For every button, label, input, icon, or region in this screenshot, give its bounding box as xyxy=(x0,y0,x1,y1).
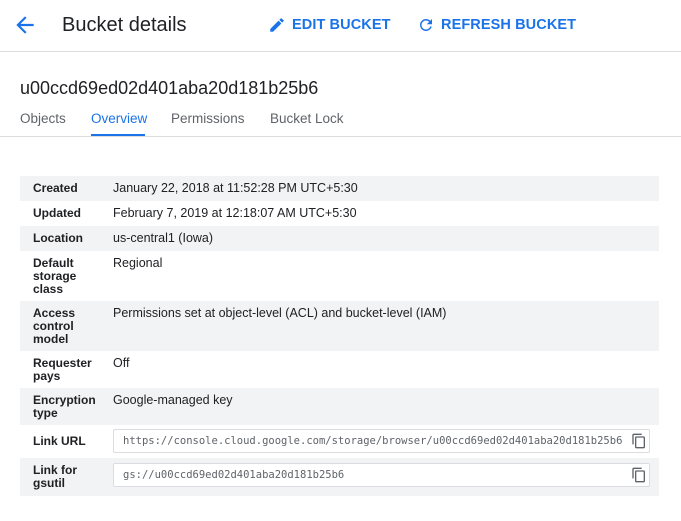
refresh-icon xyxy=(419,18,432,31)
detail-row-encryption: Encryption type Google-managed key xyxy=(20,388,659,425)
detail-label: Link URL xyxy=(33,434,86,448)
tab-objects[interactable]: Objects xyxy=(20,110,66,128)
detail-value: Regional xyxy=(113,256,163,270)
refresh-bucket-button[interactable]: REFRESH BUCKET xyxy=(417,14,576,36)
detail-row-requester-pays: Requester pays Off xyxy=(20,351,659,388)
detail-row-location: Location us-central1 (Iowa) xyxy=(20,226,659,251)
back-arrow-icon[interactable] xyxy=(12,12,38,38)
gsutil-link-text[interactable]: gs://u00ccd69ed02d401aba20d181b25b6 xyxy=(114,464,626,486)
bucket-name: u00ccd69ed02d401aba20d181b25b6 xyxy=(20,78,319,98)
detail-label: Encryption type xyxy=(33,393,96,420)
detail-label: Location xyxy=(33,231,83,245)
detail-value: January 22, 2018 at 11:52:28 PM UTC+5:30 xyxy=(113,181,358,195)
detail-row-created: Created January 22, 2018 at 11:52:28 PM … xyxy=(20,176,659,201)
active-tab-indicator xyxy=(91,134,145,136)
app-header: Bucket details EDIT BUCKET REFRESH BUCKE… xyxy=(0,0,681,52)
pencil-icon xyxy=(270,18,284,32)
detail-row-access-control: Access control model Permissions set at … xyxy=(20,301,659,351)
detail-value: Off xyxy=(113,356,130,370)
bucket-details-table: Created January 22, 2018 at 11:52:28 PM … xyxy=(20,176,659,496)
detail-label: Updated xyxy=(33,206,81,220)
detail-label: Requester pays xyxy=(33,356,92,383)
detail-label: Created xyxy=(33,181,78,195)
copy-icon[interactable] xyxy=(631,467,647,483)
detail-row-updated: Updated February 7, 2019 at 12:18:07 AM … xyxy=(20,201,659,226)
tab-bar: Objects Overview Permissions Bucket Lock xyxy=(0,100,681,137)
copy-icon[interactable] xyxy=(631,433,647,449)
detail-value: February 7, 2019 at 12:18:07 AM UTC+5:30 xyxy=(113,206,357,220)
detail-row-gsutil: Link for gsutil gs://u00ccd69ed02d401aba… xyxy=(20,458,659,496)
detail-value: Permissions set at object-level (ACL) an… xyxy=(113,306,447,320)
tab-overview[interactable]: Overview xyxy=(91,110,147,128)
detail-label: Default storage class xyxy=(33,256,77,296)
detail-row-link-url: Link URL https://console.cloud.google.co… xyxy=(20,425,659,458)
link-url-text[interactable]: https://console.cloud.google.com/storage… xyxy=(114,430,626,452)
detail-value: us-central1 (Iowa) xyxy=(113,231,214,245)
tab-permissions[interactable]: Permissions xyxy=(171,110,245,128)
edit-bucket-button[interactable]: EDIT BUCKET xyxy=(268,14,391,36)
detail-row-storage-class: Default storage class Regional xyxy=(20,251,659,301)
tab-bucket-lock[interactable]: Bucket Lock xyxy=(270,110,344,128)
refresh-bucket-label: REFRESH BUCKET xyxy=(441,17,577,33)
detail-label: Access control model xyxy=(33,306,76,346)
detail-value: Google-managed key xyxy=(113,393,233,407)
page-title: Bucket details xyxy=(62,14,187,36)
detail-label: Link for gsutil xyxy=(33,463,77,490)
gsutil-link-field[interactable]: gs://u00ccd69ed02d401aba20d181b25b6 xyxy=(113,463,650,487)
edit-bucket-label: EDIT BUCKET xyxy=(292,17,391,33)
link-url-field[interactable]: https://console.cloud.google.com/storage… xyxy=(113,429,650,453)
